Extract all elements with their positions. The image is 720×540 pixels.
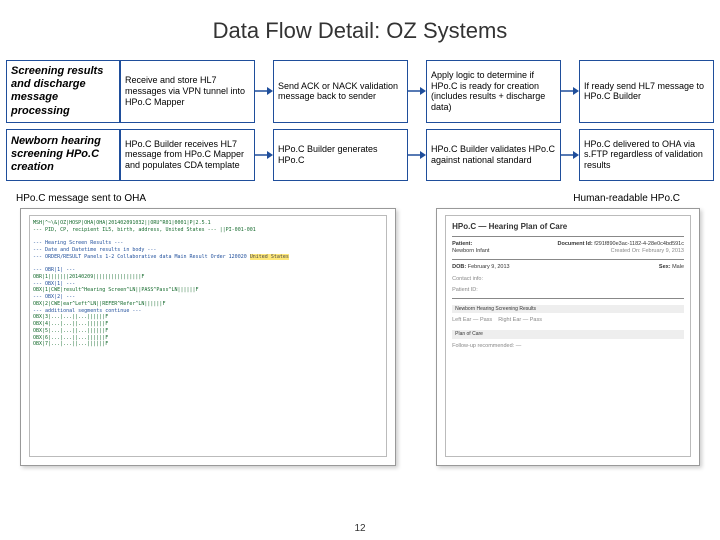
- doc-label: Document Id:: [558, 241, 593, 247]
- hl7-line: --- ORDER/RESULT Panels 1-2 Collaborativ…: [33, 254, 247, 260]
- doc-label: DOB:: [452, 264, 466, 270]
- arrow-icon: [408, 60, 426, 123]
- page-title: Data Flow Detail: OZ Systems: [0, 0, 720, 60]
- left-preview-label: HPo.C message sent to OHA: [16, 193, 146, 204]
- doc-section-band: Newborn Hearing Screening Results: [452, 305, 684, 314]
- previews-row: MSH|^~\&|OZ|HOSP|OHA|OHA|201402091032||O…: [0, 208, 720, 466]
- human-readable-preview: HPo.C — Hearing Plan of Care Patient: Do…: [436, 208, 700, 466]
- doc-value: f291f890e3ac-1182-4-28e0c4bd591c: [594, 241, 684, 247]
- hl7-line: --- additional segments continue ---: [33, 308, 383, 315]
- doc-label: Created On:: [611, 248, 641, 254]
- doc-section-band: Plan of Care: [452, 330, 684, 339]
- flow-row-1: Screening results and discharge message …: [6, 60, 714, 123]
- hl7-line: --- Date and Datetime results in body --…: [33, 247, 383, 254]
- arrow-icon: [561, 129, 579, 181]
- doc-value: February 9, 2013: [642, 248, 684, 254]
- row-2-step-2: HPo.C Builder generates HPo.C: [273, 129, 408, 181]
- doc-value: Newborn Infant: [452, 248, 489, 255]
- right-preview-label: Human-readable HPo.C: [573, 193, 680, 204]
- hl7-line: --- Hearing Screen Results ---: [33, 240, 383, 247]
- row-1-step-2: Send ACK or NACK validation message back…: [273, 60, 408, 123]
- row-2-step-1: HPo.C Builder receives HL7 message from …: [120, 129, 255, 181]
- hpoc-document: HPo.C — Hearing Plan of Care Patient: Do…: [445, 215, 691, 457]
- flow-row-2: Newborn hearing screening HPo.C creation…: [6, 129, 714, 181]
- row-1-step-4: If ready send HL7 message to HPo.C Build…: [579, 60, 714, 123]
- page-number: 12: [0, 523, 720, 534]
- arrow-icon: [255, 129, 273, 181]
- doc-label: Patient:: [452, 241, 472, 247]
- hl7-line: OBX|2|CWE|ear^Left^LN||REFER^Refer^LN|||…: [33, 301, 383, 308]
- doc-title: HPo.C — Hearing Plan of Care: [452, 222, 684, 232]
- row-1-step-3: Apply logic to determine if HPo.C is rea…: [426, 60, 561, 123]
- row-1-label: Screening results and discharge message …: [6, 60, 120, 123]
- hl7-line: OBX|1|CWE|result^Hearing Screen^LN||PASS…: [33, 287, 383, 294]
- preview-labels: HPo.C message sent to OHA Human-readable…: [0, 187, 720, 208]
- hl7-line: MSH|^~\&|OZ|HOSP|OHA|OHA|201402091032||O…: [33, 220, 383, 227]
- row-1-step-1: Receive and store HL7 messages via VPN t…: [120, 60, 255, 123]
- row-2-label: Newborn hearing screening HPo.C creation: [6, 129, 120, 181]
- hl7-line: --- OBX|1| ---: [33, 281, 383, 288]
- doc-value: Male: [672, 264, 684, 270]
- arrow-icon: [561, 60, 579, 123]
- hl7-line: --- OBR|1| ---: [33, 267, 383, 274]
- hl7-message-preview: MSH|^~\&|OZ|HOSP|OHA|OHA|201402091032||O…: [20, 208, 396, 466]
- row-2-step-4: HPo.C delivered to OHA via s.FTP regardl…: [579, 129, 714, 181]
- flow-diagram: Screening results and discharge message …: [0, 60, 720, 181]
- hl7-line: --- OBX|2| ---: [33, 294, 383, 301]
- row-2-step-3: HPo.C Builder validates HPo.C against na…: [426, 129, 561, 181]
- arrow-icon: [408, 129, 426, 181]
- doc-label: Sex:: [659, 264, 671, 270]
- doc-value: February 9, 2013: [468, 264, 510, 270]
- hl7-line: --- PID, CP, recipient IL5, birth, addre…: [33, 227, 256, 233]
- hl7-line: OBR|1|||||||20140209||||||||||||||||F: [33, 274, 383, 281]
- hl7-message-text: MSH|^~\&|OZ|HOSP|OHA|OHA|201402091032||O…: [29, 215, 387, 457]
- arrow-icon: [255, 60, 273, 123]
